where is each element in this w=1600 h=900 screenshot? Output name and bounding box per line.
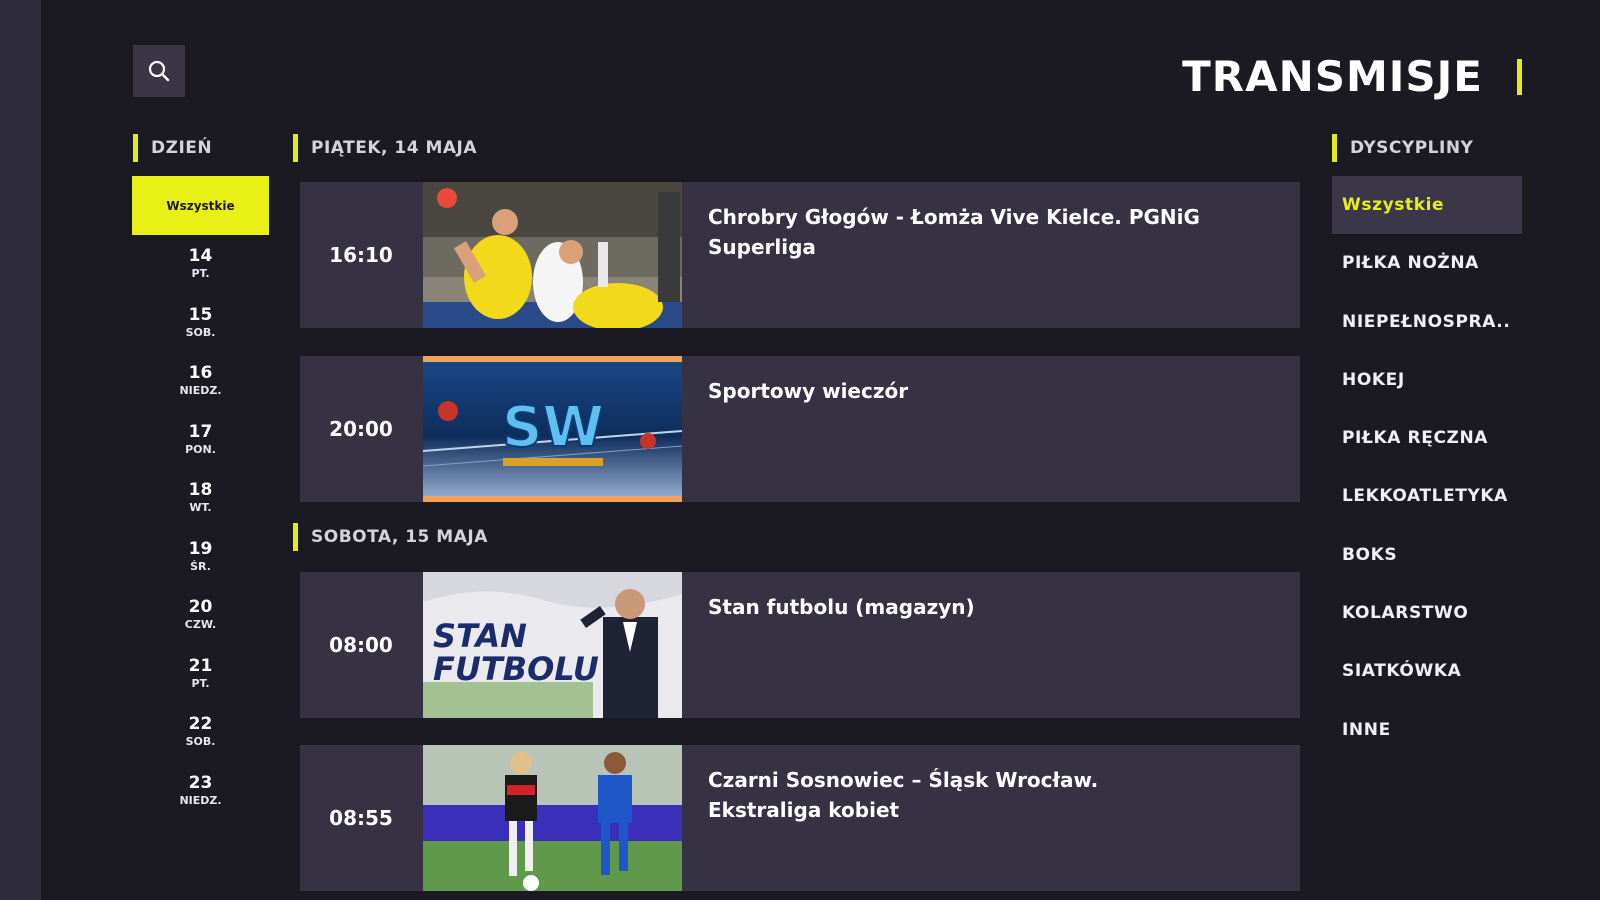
left-edge-strip	[0, 0, 41, 900]
day-abbreviation: NIEDZ.	[179, 384, 222, 397]
disciplines-filter-label: DYSCYPLINY	[1332, 134, 1473, 162]
day-filter-all-button[interactable]: Wszystkie	[132, 176, 269, 235]
day-item[interactable]: 23 NIEDZ.	[132, 771, 269, 830]
app-root: TRANSMISJE DZIEŃ Wszystkie 14 PT. 15 SOB. 16…	[0, 0, 1600, 900]
day-abbreviation: WT.	[189, 501, 212, 514]
event-card-czarni-slask[interactable]: 08:55 Czarni Sosnowiec – Śląsk Wrocław. …	[300, 745, 1300, 891]
day-abbreviation: PT.	[191, 676, 210, 690]
discipline-item[interactable]: NIEPEŁNOSPRA..	[1332, 293, 1522, 351]
event-thumbnail-womens-football	[423, 745, 682, 891]
day-number: 14	[188, 246, 213, 266]
day-item[interactable]: 21 PT.	[132, 654, 269, 713]
event-title: Sportowy wieczór	[708, 379, 909, 403]
event-thumbnail-sportowy-wieczor: SW	[423, 356, 682, 502]
day-number: 23	[188, 772, 213, 793]
day-item[interactable]: 19 ŚR.	[132, 537, 269, 596]
event-title: Czarni Sosnowiec – Śląsk Wrocław. Ekstra…	[708, 768, 1099, 822]
day-number: 21	[188, 655, 213, 676]
day-item[interactable]: 18 WT.	[132, 478, 269, 537]
day-abbreviation: PT.	[191, 267, 210, 280]
day-item[interactable]: 20 CZW.	[132, 595, 269, 654]
event-thumbnail-handball	[423, 182, 682, 328]
event-card-chrobry-vive[interactable]: 16:10 Chrobry Głogów - Łomża Vive Kielce…	[300, 182, 1300, 328]
day-number: 17	[188, 421, 213, 442]
day-abbreviation: SOB.	[185, 735, 216, 748]
day-list: 14 PT. 15 SOB. 16 NIEDZ. 17 PON. 18 WT. 19 ŚR. 20 CZW…	[132, 244, 269, 829]
event-time: 20:00	[329, 417, 393, 441]
day-number: 16	[188, 363, 213, 383]
sw-logo: SW	[502, 395, 604, 460]
day-item[interactable]: 16 NIEDZ.	[132, 361, 269, 420]
search-icon	[148, 60, 170, 82]
event-card-sportowy-wieczor[interactable]: 20:00 SW Sportowy wieczór	[300, 356, 1300, 502]
futbolu-text: FUTBOLU	[433, 650, 599, 688]
day-abbreviation: CZW.	[184, 618, 217, 631]
day-abbreviation: NIEDZ.	[179, 793, 222, 807]
day-filter-label: DZIEŃ	[133, 134, 212, 162]
day-abbreviation: SOB.	[185, 325, 216, 339]
date-header-friday: PIĄTEK, 14 MAJA	[293, 134, 477, 162]
day-number: 20	[188, 597, 213, 617]
day-number: 22	[188, 714, 213, 734]
date-header-saturday: SOBOTA, 15 MAJA	[293, 523, 488, 551]
discipline-item[interactable]: HOKEJ	[1332, 351, 1522, 409]
title-accent-bar	[1517, 59, 1522, 95]
discipline-item[interactable]: PIŁKA RĘCZNA	[1332, 409, 1522, 467]
day-number: 19	[188, 538, 213, 559]
day-number: 18	[188, 480, 213, 500]
event-time: 08:55	[329, 806, 393, 830]
discipline-item[interactable]: Wszystkie	[1332, 176, 1522, 235]
day-item[interactable]: 22 SOB.	[132, 712, 269, 771]
event-thumbnail-stan-futbolu: STAN FUTBOLU	[423, 572, 682, 718]
event-card-stan-futbolu[interactable]: 08:00 STAN FUTBOLU Stan futbolu (magazyn…	[300, 572, 1300, 718]
discipline-item[interactable]: LEKKOATLETYKA	[1332, 467, 1522, 525]
discipline-item[interactable]: PIŁKA NOŻNA	[1332, 234, 1522, 292]
day-abbreviation: ŚR.	[190, 559, 211, 573]
discipline-item[interactable]: BOKS	[1332, 526, 1522, 584]
event-time: 08:00	[329, 633, 393, 657]
day-item[interactable]: 15 SOB.	[132, 303, 269, 362]
event-title: Chrobry Głogów - Łomża Vive Kielce. PGNi…	[708, 205, 1200, 259]
day-abbreviation: PON.	[185, 442, 216, 456]
day-item[interactable]: 14 PT.	[132, 244, 269, 303]
day-item[interactable]: 17 PON.	[132, 420, 269, 479]
day-number: 15	[188, 304, 213, 325]
event-title: Stan futbolu (magazyn)	[708, 595, 975, 619]
event-time: 16:10	[329, 243, 393, 267]
search-button[interactable]	[133, 45, 185, 97]
disciplines-list: Wszystkie PIŁKA NOŻNA NIEPEŁNOSPRA.. HOKEJ P…	[1332, 176, 1522, 759]
discipline-item[interactable]: KOLARSTWO	[1332, 584, 1522, 642]
discipline-item[interactable]: INNE	[1332, 701, 1522, 759]
page-title: TRANSMISJE	[1182, 52, 1483, 101]
discipline-item[interactable]: SIATKÓWKA	[1332, 642, 1522, 700]
